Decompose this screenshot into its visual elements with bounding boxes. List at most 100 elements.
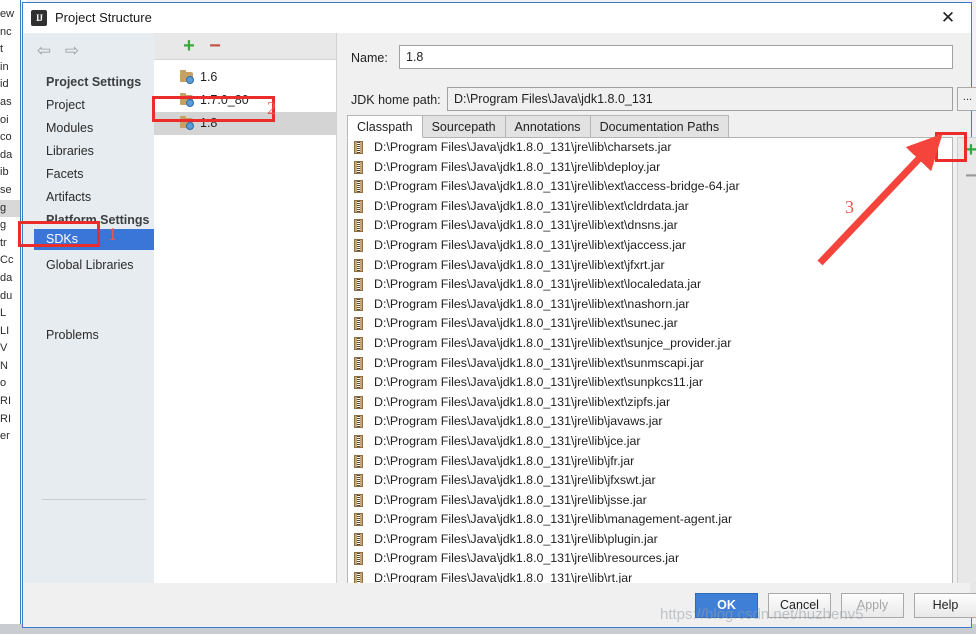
classpath-entry[interactable]: D:\Program Files\Java\jdk1.8.0_131\jre\l…: [348, 314, 952, 334]
background-text-fragments: ew nc t in id as oi co da ib se g g tr Cc da du L LI V No RI R…: [0, 6, 20, 446]
jdk-folder-icon: [180, 70, 195, 84]
intellij-logo-icon: IJ: [31, 10, 47, 26]
annotation-number-2: 2: [267, 98, 276, 118]
sdk-tree-item[interactable]: 1.6: [154, 66, 336, 89]
background-text-fragment: oi: [0, 113, 9, 126]
jar-archive-icon: [354, 258, 363, 272]
background-text-fragment: co: [0, 131, 12, 144]
add-classpath-entry-icon[interactable]: +: [960, 139, 976, 161]
classpath-entry[interactable]: D:\Program Files\Java\jdk1.8.0_131\jre\l…: [348, 334, 952, 354]
tab-sourcepath[interactable]: Sourcepath: [421, 115, 506, 138]
classpath-entry[interactable]: D:\Program Files\Java\jdk1.8.0_131\jre\l…: [348, 295, 952, 315]
tab-annotations[interactable]: Annotations: [504, 115, 591, 138]
jar-archive-icon: [354, 513, 363, 527]
back-arrow-icon[interactable]: ⇦: [34, 41, 54, 61]
background-text-fragment: RI: [0, 412, 11, 425]
classpath-entry[interactable]: D:\Program Files\Java\jdk1.8.0_131\jre\l…: [348, 471, 952, 491]
classpath-entry[interactable]: D:\Program Files\Java\jdk1.8.0_131\jre\l…: [348, 354, 952, 374]
help-button[interactable]: Help: [914, 593, 976, 618]
background-text-fragment: Cc: [0, 254, 14, 267]
classpath-entry[interactable]: D:\Program Files\Java\jdk1.8.0_131\jre\l…: [348, 549, 952, 569]
sdk-tree-item[interactable]: 1.7.0_80: [154, 89, 336, 112]
sdk-tree-item[interactable]: 1.8: [154, 112, 336, 135]
tab-documentation-paths[interactable]: Documentation Paths: [589, 115, 730, 138]
background-text-fragment: ib: [0, 166, 9, 179]
classpath-entry-path: D:\Program Files\Java\jdk1.8.0_131\jre\l…: [374, 296, 690, 311]
jar-archive-icon: [354, 297, 363, 311]
sidebar-item-artifacts[interactable]: Artifacts: [46, 187, 91, 208]
classpath-entry-path: D:\Program Files\Java\jdk1.8.0_131\jre\l…: [374, 531, 658, 546]
classpath-entry-path: D:\Program Files\Java\jdk1.8.0_131\jre\l…: [374, 453, 635, 468]
classpath-entry-path: D:\Program Files\Java\jdk1.8.0_131\jre\l…: [374, 179, 740, 194]
sidebar-item-sdks[interactable]: SDKs: [34, 229, 174, 250]
jar-archive-icon: [354, 415, 363, 429]
background-text-fragment: du: [0, 289, 13, 302]
jar-archive-icon: [354, 141, 363, 154]
sidebar-item-libraries[interactable]: Libraries: [46, 141, 94, 162]
background-text-fragment: LI: [0, 324, 10, 337]
classpath-entry[interactable]: D:\Program Files\Java\jdk1.8.0_131\jre\l…: [348, 510, 952, 530]
background-text-fragment: tr: [0, 236, 7, 249]
classpath-entry[interactable]: D:\Program Files\Java\jdk1.8.0_131\jre\l…: [348, 530, 952, 550]
classpath-entry-path: D:\Program Files\Java\jdk1.8.0_131\jre\l…: [374, 433, 641, 448]
tab-classpath[interactable]: Classpath: [347, 115, 423, 138]
remove-sdk-icon[interactable]: −: [205, 35, 225, 57]
background-text-fragment: da: [0, 271, 13, 284]
forward-arrow-icon[interactable]: ⇨: [62, 41, 82, 61]
classpath-entry-path: D:\Program Files\Java\jdk1.8.0_131\jre\l…: [374, 375, 703, 390]
classpath-entry[interactable]: D:\Program Files\Java\jdk1.8.0_131\jre\l…: [348, 393, 952, 413]
sidebar-item-project[interactable]: Project: [46, 95, 85, 116]
jar-archive-icon: [354, 493, 363, 507]
jar-archive-icon: [354, 238, 363, 252]
classpath-entry[interactable]: D:\Program Files\Java\jdk1.8.0_131\jre\l…: [348, 432, 952, 452]
jar-archive-icon: [354, 180, 363, 194]
classpath-entry[interactable]: D:\Program Files\Java\jdk1.8.0_131\jre\l…: [348, 412, 952, 432]
close-icon[interactable]: ✕: [925, 3, 971, 33]
classpath-entry-path: D:\Program Files\Java\jdk1.8.0_131\jre\l…: [374, 473, 656, 488]
editor-tabs: Classpath Sourcepath Annotations Documentat…: [347, 115, 730, 138]
sidebar-item-modules[interactable]: Modules: [46, 118, 93, 139]
classpath-entry[interactable]: D:\Program Files\Java\jdk1.8.0_131\jre\l…: [348, 373, 952, 393]
background-text-fragment: V: [0, 342, 8, 355]
classpath-entry-path: D:\Program Files\Java\jdk1.8.0_131\jre\l…: [374, 335, 732, 350]
browse-button[interactable]: ...: [957, 87, 976, 111]
background-text-fragment: ew: [0, 8, 15, 20]
watermark-text: https://blog.csdn.net/huzhenv5: [660, 606, 864, 623]
classpath-entry-path: D:\Program Files\Java\jdk1.8.0_131\jre\l…: [374, 198, 689, 213]
name-label: Name:: [351, 51, 388, 65]
jar-archive-icon: [354, 395, 363, 409]
background-text-fragment: RI: [0, 395, 11, 408]
background-text-fragment: N: [0, 359, 8, 372]
jdk-home-path-label: JDK home path:: [351, 93, 441, 107]
classpath-entry-path: D:\Program Files\Java\jdk1.8.0_131\jre\l…: [374, 257, 665, 272]
settings-sidebar: ⇦ ⇨ Project Settings Platform Settings Pro…: [24, 33, 174, 583]
sdk-tree-item-label: 1.6: [200, 70, 218, 84]
add-sdk-icon[interactable]: +: [179, 35, 199, 57]
jar-archive-icon: [354, 317, 363, 331]
classpath-entry[interactable]: D:\Program Files\Java\jdk1.8.0_131\jre\l…: [348, 491, 952, 511]
sidebar-item-problems[interactable]: Problems: [46, 325, 99, 346]
background-text-fragment: t: [0, 43, 4, 56]
classpath-entry[interactable]: D:\Program Files\Java\jdk1.8.0_131\jre\l…: [348, 275, 952, 295]
sidebar-item-global-libraries[interactable]: Global Libraries: [46, 255, 134, 276]
background-text-fragment: L: [0, 307, 7, 320]
jdk-home-path-input[interactable]: [447, 87, 953, 111]
name-input[interactable]: [399, 45, 953, 69]
background-text-fragment: id: [0, 78, 9, 91]
jar-archive-icon: [354, 434, 363, 448]
dialog-titlebar: IJ Project Structure ✕: [23, 3, 971, 33]
sidebar-item-facets[interactable]: Facets: [46, 164, 84, 185]
background-text-fragment: se: [0, 183, 12, 196]
sidebar-divider: [42, 499, 146, 500]
sidebar-group-header: Project Settings: [46, 75, 142, 89]
dialog-title: Project Structure: [55, 10, 152, 25]
classpath-entry-path: D:\Program Files\Java\jdk1.8.0_131\jre\l…: [374, 316, 678, 331]
classpath-entry-path: D:\Program Files\Java\jdk1.8.0_131\jre\l…: [374, 492, 647, 507]
background-text-fragment: in: [0, 60, 9, 73]
remove-classpath-entry-icon[interactable]: −: [960, 165, 976, 187]
classpath-entry-path: D:\Program Files\Java\jdk1.8.0_131\jre\l…: [374, 140, 672, 154]
classpath-entry[interactable]: D:\Program Files\Java\jdk1.8.0_131\jre\l…: [348, 452, 952, 472]
classpath-entry-path: D:\Program Files\Java\jdk1.8.0_131\jre\l…: [374, 218, 678, 233]
classpath-entry-path: D:\Program Files\Java\jdk1.8.0_131\jre\l…: [374, 394, 671, 409]
background-text-fragment: er: [0, 430, 10, 443]
